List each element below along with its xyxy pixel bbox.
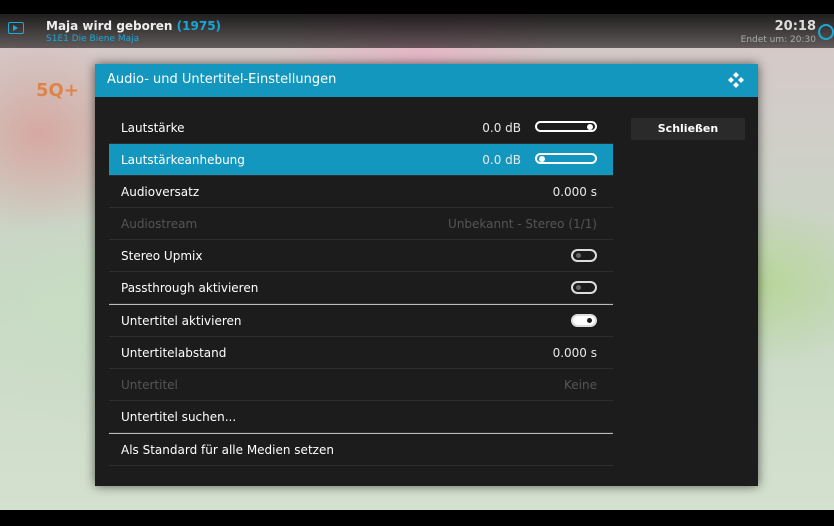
title-text: Maja wird geboren [46,19,173,33]
setting-label: Untertitel [121,378,178,392]
setting-value: Keine [564,378,597,392]
end-time: Endet um: 20:30 [740,35,816,45]
volume-slider[interactable] [535,121,597,132]
dialog-header: Audio- und Untertitel-Einstellungen [95,64,758,97]
toggle-switch[interactable] [571,249,597,262]
title-year: (1975) [176,19,222,33]
setting-row[interactable]: Lautstärke 0.0 dB [109,112,613,144]
now-playing-title: Maja wird geboren (1975) [46,19,221,33]
setting-value: 0.0 dB [482,121,521,135]
slider-knob[interactable] [587,124,593,130]
clock-icon [818,24,834,40]
toggle-knob [576,285,581,290]
setting-row[interactable]: Audioversatz 0.000 s [109,176,613,208]
audio-subtitle-settings-dialog: Audio- und Untertitel-Einstellungen Laut… [95,64,758,486]
tv-icon [8,22,24,34]
kodi-logo-icon [728,72,744,88]
channel-logo: 5Q+ [36,80,79,101]
setting-row[interactable]: Untertitelabstand 0.000 s [109,337,613,369]
close-button[interactable]: Schließen [631,118,745,140]
setting-label: Untertitel aktivieren [121,314,242,328]
toggle-knob [576,253,581,258]
setting-label: Untertitelabstand [121,346,227,360]
setting-row[interactable]: Als Standard für alle Medien setzen [109,433,613,466]
clock: 20:18 [774,19,816,34]
top-info-bar: Maja wird geboren (1975) S1E1 Die Biene … [0,14,834,48]
setting-label: Lautstärkeanhebung [121,153,245,167]
episode-info: S1E1 Die Biene Maja [46,34,140,44]
volume-slider[interactable] [535,153,597,164]
setting-label: Als Standard für alle Medien setzen [121,443,334,457]
setting-value: 0.000 s [552,185,597,199]
setting-row[interactable]: Untertitel suchen... [109,401,613,433]
setting-value: 0.000 s [552,346,597,360]
setting-row: Untertitel Keine [109,369,613,401]
setting-label: Audiostream [121,217,198,231]
setting-label: Untertitel suchen... [121,410,237,424]
setting-label: Audioversatz [121,185,200,199]
setting-label: Passthrough aktivieren [121,281,259,295]
setting-row[interactable]: Stereo Upmix [109,240,613,272]
setting-label: Stereo Upmix [121,249,203,263]
slider-knob[interactable] [539,156,545,162]
toggle-switch[interactable] [571,314,597,327]
setting-value: 0.0 dB [482,153,521,167]
toggle-switch[interactable] [571,281,597,294]
dialog-title: Audio- und Untertitel-Einstellungen [107,72,337,87]
setting-row[interactable]: Untertitel aktivieren [109,304,613,337]
setting-label: Lautstärke [121,121,185,135]
toggle-knob [587,318,592,323]
setting-row[interactable]: Passthrough aktivieren [109,272,613,304]
settings-list: Lautstärke 0.0 dB Lautstärkeanhebung 0.0 dB… [109,112,613,466]
setting-row: Audiostream Unbekannt - Stereo (1/1) [109,208,613,240]
setting-row[interactable]: Lautstärkeanhebung 0.0 dB [109,144,613,176]
setting-value: Unbekannt - Stereo (1/1) [448,217,597,231]
